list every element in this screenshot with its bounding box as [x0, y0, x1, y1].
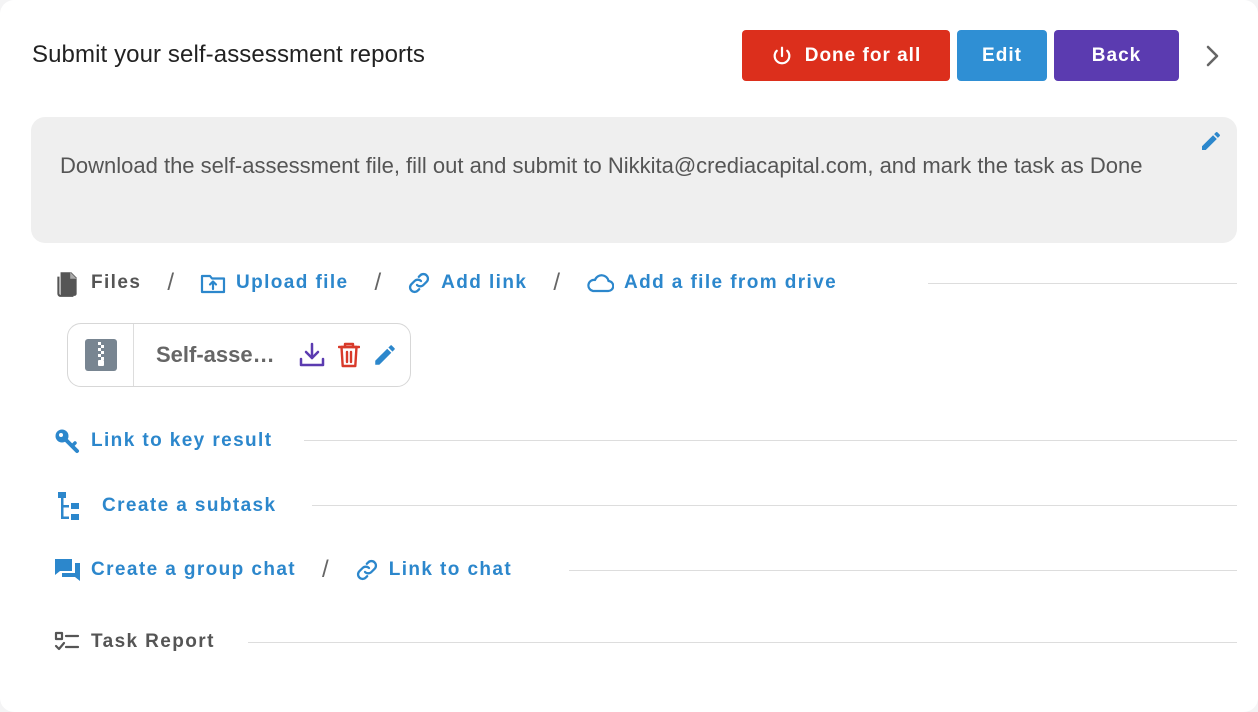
- folder-upload-icon: [200, 274, 226, 294]
- file-attachment: Self-assessment: [67, 323, 411, 387]
- task-report-link[interactable]: Task Report: [54, 631, 215, 653]
- pencil-icon: [375, 345, 395, 365]
- divider: [248, 642, 1237, 643]
- subtask-tree-icon: [58, 492, 79, 520]
- task-description: Download the self-assessment file, fill …: [31, 117, 1237, 243]
- done-for-all-label: Done for all: [804, 44, 922, 66]
- rename-button[interactable]: [372, 342, 398, 368]
- key-icon: [55, 429, 79, 453]
- download-button[interactable]: [298, 342, 326, 368]
- link-to-chat-label: Link to chat: [388, 559, 513, 580]
- create-subtask-link[interactable]: Create a subtask: [54, 491, 276, 521]
- task-card: Submit your self-assessment reports Done…: [0, 0, 1258, 712]
- description-text: Download the self-assessment file, fill …: [60, 153, 1143, 178]
- task-report-label: Task Report: [91, 631, 215, 652]
- back-button[interactable]: Back: [1054, 30, 1179, 81]
- create-group-chat-link[interactable]: Create a group chat: [54, 557, 296, 583]
- edit-button[interactable]: Edit: [957, 30, 1047, 81]
- task-title: Submit your self-assessment reports: [32, 41, 425, 68]
- forum-icon: [55, 559, 80, 581]
- chevron-right-icon[interactable]: [1200, 42, 1224, 70]
- trash-icon: [338, 342, 360, 368]
- pencil-icon[interactable]: [1199, 129, 1223, 153]
- separator: /: [167, 269, 174, 296]
- power-icon: [773, 46, 791, 64]
- key-result-row: Link to key result: [54, 424, 272, 458]
- download-icon: [299, 342, 325, 367]
- link-key-result-label: Link to key result: [91, 430, 273, 451]
- divider: [569, 570, 1237, 571]
- file-name[interactable]: Self-assessment: [156, 342, 276, 368]
- add-from-drive-label: Add a file from drive: [624, 272, 838, 293]
- add-from-drive-link[interactable]: Add a file from drive: [586, 272, 837, 294]
- link-key-result-link[interactable]: Link to key result: [54, 428, 272, 454]
- create-subtask-label: Create a subtask: [102, 495, 277, 516]
- cloud-icon: [587, 274, 614, 293]
- add-link-link[interactable]: Add link: [407, 271, 527, 295]
- task-report-row: Task Report: [54, 625, 215, 659]
- upload-file-label: Upload file: [235, 272, 349, 293]
- chat-row: Create a group chat / Link to chat: [54, 553, 512, 587]
- delete-button[interactable]: [338, 342, 360, 368]
- divider: [304, 440, 1237, 441]
- zip-file-icon: [84, 339, 117, 371]
- divider: [928, 283, 1237, 284]
- done-for-all-button[interactable]: Done for all: [742, 30, 950, 81]
- files-label: Files: [91, 272, 142, 293]
- link-to-chat-link[interactable]: Link to chat: [355, 558, 512, 582]
- upload-file-link[interactable]: Upload file: [200, 272, 349, 294]
- checklist-icon: [54, 631, 80, 651]
- file-copy-icon: [57, 272, 77, 297]
- files-row: Files / Upload file / Add link / Add a f…: [54, 266, 837, 300]
- link-icon: [409, 272, 430, 294]
- separator: /: [322, 556, 329, 583]
- divider: [312, 505, 1237, 506]
- subtask-row: Create a subtask: [54, 489, 276, 523]
- link-icon: [356, 559, 377, 581]
- separator: /: [374, 269, 382, 296]
- add-link-label: Add link: [441, 272, 528, 293]
- separator: /: [553, 269, 560, 296]
- create-group-chat-label: Create a group chat: [91, 559, 297, 580]
